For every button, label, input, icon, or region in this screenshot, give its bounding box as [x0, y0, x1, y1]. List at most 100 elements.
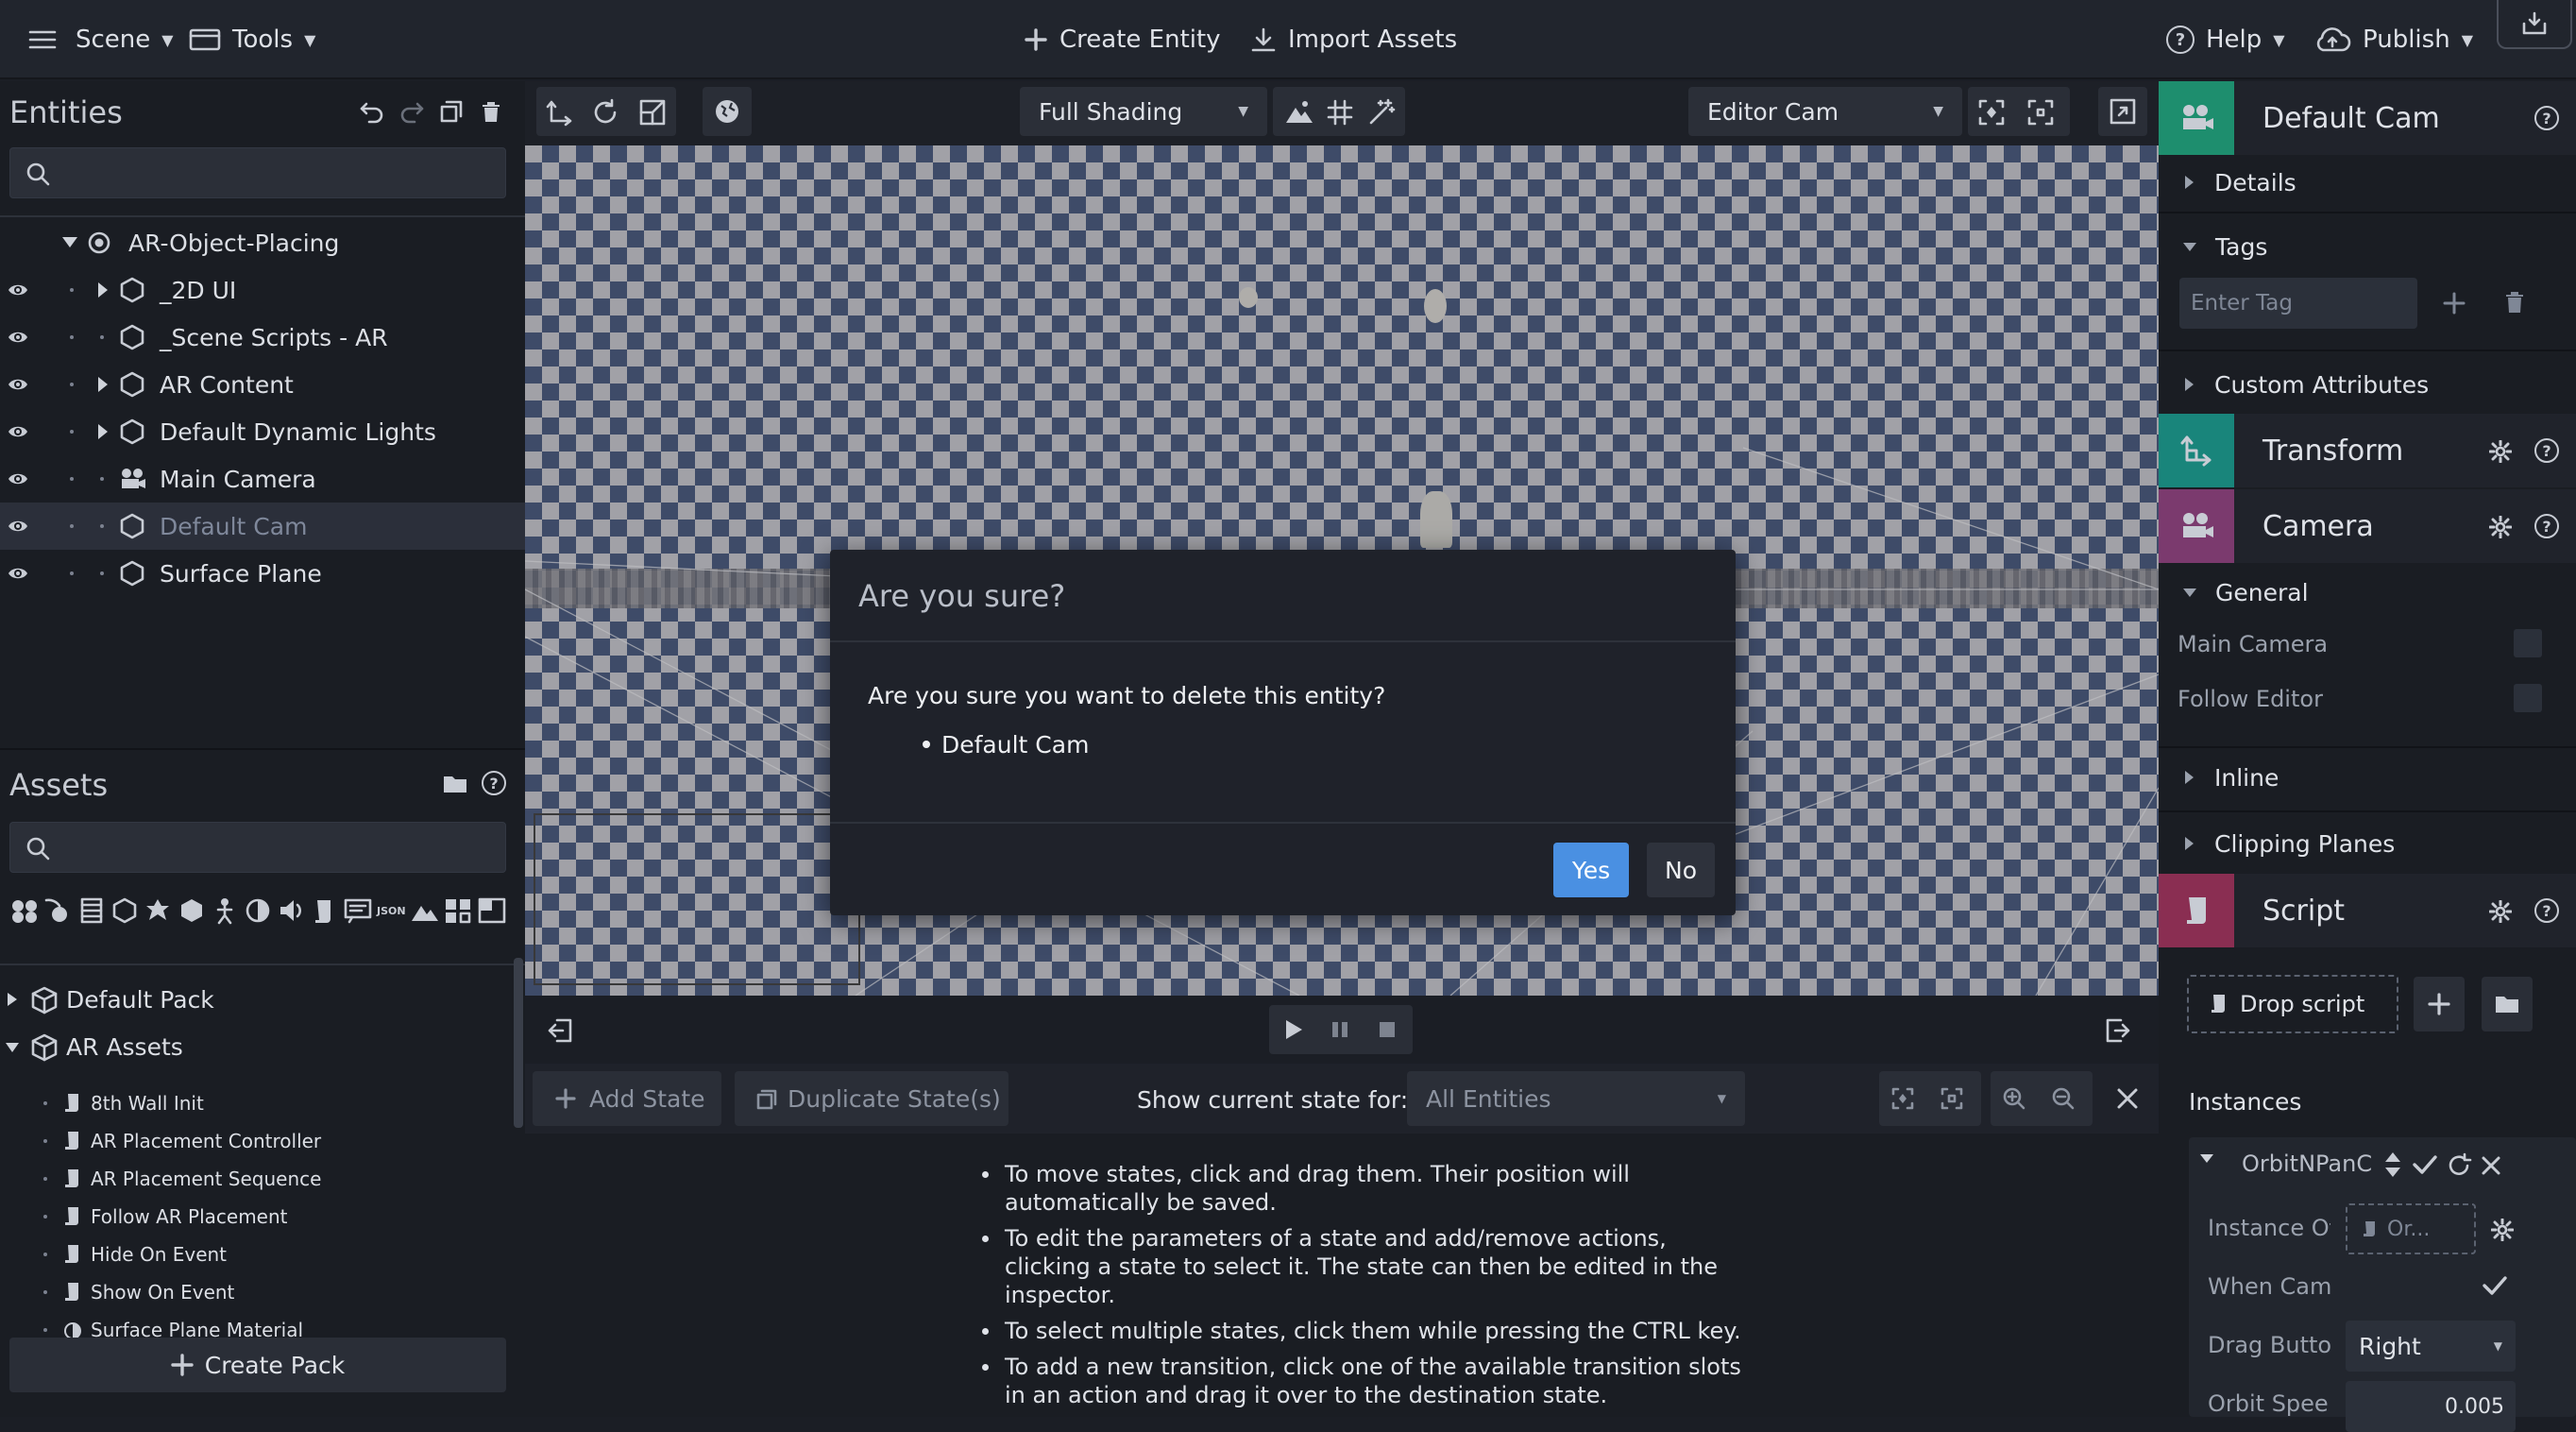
- assets-search-input[interactable]: [9, 822, 506, 873]
- general-section[interactable]: General: [2159, 565, 2576, 620]
- asset-item[interactable]: Follow AR Placement: [0, 1198, 500, 1236]
- tree-root[interactable]: AR-Object-Placing: [0, 219, 525, 266]
- close-icon[interactable]: [2115, 1086, 2140, 1111]
- gear-icon[interactable]: [2489, 440, 2512, 463]
- add-state-button[interactable]: Add State: [533, 1071, 721, 1126]
- entity-row[interactable]: Surface Plane: [0, 550, 525, 597]
- visibility-eye-icon[interactable]: [8, 469, 28, 489]
- filter-model-icon[interactable]: [143, 896, 172, 925]
- asset-item[interactable]: AR Placement Controller: [0, 1122, 500, 1160]
- filter-audio-icon[interactable]: [42, 896, 72, 925]
- expand-arrow-icon[interactable]: [98, 282, 108, 298]
- filter-json-icon[interactable]: JSON: [377, 905, 406, 917]
- gear-icon[interactable]: [2491, 1219, 2514, 1241]
- entity-name[interactable]: Default Cam: [2262, 102, 2440, 135]
- tag-input[interactable]: Enter Tag: [2179, 278, 2417, 329]
- entities-search-input[interactable]: [9, 147, 506, 198]
- main-camera-checkbox[interactable]: [2514, 629, 2542, 657]
- visibility-eye-icon[interactable]: [8, 374, 28, 395]
- trash-icon[interactable]: [478, 98, 504, 125]
- expand-arrow-icon[interactable]: [98, 377, 108, 392]
- reorder-icon[interactable]: [2383, 1151, 2402, 1179]
- filter-text-icon[interactable]: [343, 896, 372, 925]
- inline-section[interactable]: Inline: [2159, 750, 2576, 805]
- help-icon[interactable]: ?: [2534, 106, 2559, 130]
- pause-icon[interactable]: [1328, 1017, 1352, 1042]
- folder-icon[interactable]: [442, 771, 468, 795]
- script-component[interactable]: Script ?: [2159, 874, 2576, 947]
- asset-scrollbar[interactable]: [514, 958, 523, 1128]
- check-icon[interactable]: [2482, 1273, 2508, 1298]
- expand-arrow-icon[interactable]: [62, 237, 77, 247]
- entity-row[interactable]: Default Dynamic Lights: [0, 408, 525, 455]
- download-tray-button[interactable]: [2497, 0, 2572, 49]
- filter-environment-icon[interactable]: [410, 896, 439, 925]
- scene-menu[interactable]: Scene ▼: [76, 0, 174, 79]
- gear-icon[interactable]: [2489, 516, 2512, 538]
- orbit-speed-input[interactable]: 0.005: [2346, 1381, 2516, 1432]
- check-icon[interactable]: [2412, 1152, 2438, 1177]
- publish-menu[interactable]: Publish ▼: [2313, 0, 2473, 79]
- magic-wand-icon[interactable]: [1367, 98, 1396, 127]
- filter-all-icon[interactable]: [9, 896, 39, 925]
- delete-tag-icon[interactable]: [2502, 289, 2527, 315]
- filter-animation-icon[interactable]: [210, 896, 239, 925]
- scale-icon[interactable]: [638, 98, 667, 127]
- add-script-button[interactable]: [2414, 977, 2465, 1031]
- asset-item[interactable]: Show On Event: [0, 1273, 500, 1311]
- asset-pack-row[interactable]: Default Pack: [0, 980, 510, 1018]
- clipping-planes-section[interactable]: Clipping Planes: [2159, 816, 2576, 871]
- camera-component[interactable]: Camera ?: [2159, 489, 2576, 563]
- filter-prefab-icon[interactable]: [443, 896, 472, 925]
- play-icon[interactable]: [1280, 1017, 1305, 1042]
- frame-selection-icon[interactable]: [1977, 98, 2006, 127]
- duplicate-state-button[interactable]: Duplicate State(s): [735, 1071, 1008, 1126]
- filter-texture-icon[interactable]: [243, 896, 272, 925]
- add-tag-icon[interactable]: [2442, 291, 2466, 315]
- asset-item[interactable]: AR Placement Sequence: [0, 1160, 500, 1198]
- help-icon[interactable]: ?: [2534, 898, 2559, 923]
- exit-right-icon[interactable]: [2104, 1016, 2132, 1045]
- instance-of-field[interactable]: Or...: [2346, 1203, 2476, 1254]
- entity-row[interactable]: Main Camera: [0, 455, 525, 503]
- entity-row[interactable]: AR Content: [0, 361, 525, 408]
- undo-icon[interactable]: [359, 98, 385, 125]
- entity-row[interactable]: _2D UI: [0, 266, 525, 314]
- help-icon[interactable]: ?: [2534, 514, 2559, 538]
- zoom-in-icon[interactable]: [2002, 1086, 2026, 1111]
- visibility-eye-icon[interactable]: [8, 516, 28, 537]
- no-button[interactable]: No: [1647, 843, 1715, 897]
- tools-menu[interactable]: Tools ▼: [189, 0, 315, 79]
- browse-script-button[interactable]: [2482, 977, 2533, 1031]
- help-icon[interactable]: ?: [482, 771, 506, 795]
- state-machine-canvas[interactable]: To move states, click and drag them. The…: [525, 1134, 2159, 1417]
- help-menu[interactable]: ? Help ▼: [2166, 0, 2285, 79]
- filter-entity-icon[interactable]: [110, 896, 139, 925]
- exit-left-icon[interactable]: [546, 1016, 574, 1045]
- refresh-icon[interactable]: [2446, 1152, 2472, 1179]
- custom-attributes-section[interactable]: Custom Attributes: [2159, 357, 2576, 412]
- visibility-eye-icon[interactable]: [8, 563, 28, 584]
- entity-row[interactable]: _Scene Scripts - AR: [0, 314, 525, 361]
- create-pack-button[interactable]: Create Pack: [9, 1338, 506, 1392]
- instance-name[interactable]: OrbitNPanC: [2242, 1151, 2372, 1177]
- visibility-eye-icon[interactable]: [8, 327, 28, 348]
- world-space-button[interactable]: [703, 87, 752, 136]
- frame-all-icon[interactable]: [1940, 1086, 1964, 1111]
- filter-skybox-icon[interactable]: [477, 896, 506, 925]
- filter-sound-icon[interactable]: [277, 896, 306, 925]
- frame-all-icon[interactable]: [2026, 98, 2055, 127]
- transform-component[interactable]: Transform ?: [2159, 414, 2576, 487]
- help-icon[interactable]: ?: [2534, 438, 2559, 463]
- asset-pack-row[interactable]: AR Assets: [0, 1028, 510, 1065]
- menu-button[interactable]: [28, 0, 57, 79]
- asset-item[interactable]: Hide On Event: [0, 1236, 500, 1273]
- tags-section[interactable]: Tags: [2159, 219, 2576, 274]
- close-icon[interactable]: [2480, 1154, 2502, 1177]
- fullscreen-button[interactable]: [2098, 87, 2147, 136]
- yes-button[interactable]: Yes: [1553, 843, 1629, 897]
- create-entity-button[interactable]: Create Entity: [1024, 0, 1221, 79]
- grid-icon[interactable]: [1326, 98, 1354, 127]
- expanded-arrow-icon[interactable]: [6, 1043, 19, 1052]
- stop-icon[interactable]: [1375, 1017, 1399, 1042]
